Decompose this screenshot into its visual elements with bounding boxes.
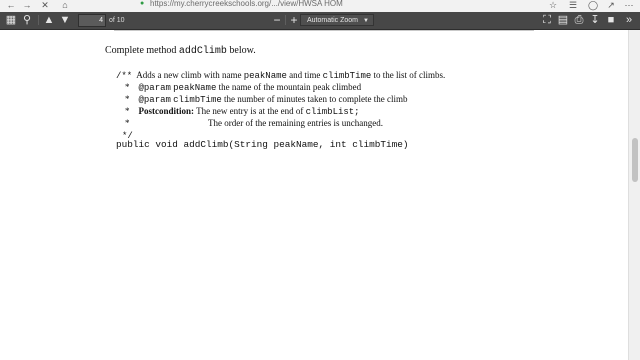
home-icon[interactable]: ⌂ — [60, 0, 70, 10]
comment-text: and time — [289, 70, 321, 80]
pdf-viewer[interactable]: Complete method addClimb below. /** Adds… — [0, 30, 628, 360]
print-icon[interactable]: ⎙ — [572, 13, 586, 27]
instruction-method: addClimb — [178, 46, 227, 57]
param-name: peakName — [173, 83, 217, 93]
instruction-suffix: below. — [229, 45, 256, 56]
method-signature: public void addClimb(String peakName, in… — [116, 139, 409, 150]
find-icon[interactable]: ⚲ — [20, 13, 34, 27]
forward-icon[interactable]: → — [22, 0, 32, 10]
postcondition-text: The new entry is at the end of — [196, 106, 304, 116]
comment-line-5-text: The order of the remaining entries is un… — [208, 118, 383, 128]
comment-line-5: * — [125, 117, 130, 129]
zoom-value: Automatic Zoom — [307, 17, 358, 24]
instruction-prefix: Complete method — [105, 45, 177, 56]
instruction-text: Complete method addClimb below. — [105, 45, 256, 58]
param-desc: the name of the mountain peak climbed — [218, 82, 362, 92]
param-tag: @param — [138, 83, 171, 93]
close-icon[interactable]: ✕ — [40, 0, 50, 10]
zoom-out-button[interactable]: − — [270, 13, 284, 27]
star-icon[interactable]: ☆ — [548, 0, 558, 10]
lock-icon: ● — [140, 0, 145, 7]
bookmark-icon[interactable]: ■ — [604, 13, 618, 27]
comment-text: Adds a new climb with name — [136, 70, 242, 80]
open-file-icon[interactable]: ▤ — [556, 13, 570, 27]
zoom-select[interactable]: Automatic Zoom ▼ — [300, 14, 374, 26]
address-bar[interactable]: https://my.cherrycreekschools.org/.../vi… — [150, 0, 450, 8]
divider — [285, 15, 286, 25]
vertical-scrollbar[interactable] — [628, 30, 640, 360]
postcondition-code: climbList; — [305, 107, 360, 117]
zoom-in-button[interactable]: + — [287, 13, 301, 27]
pdf-toolbar: ▦ ⚲ ▲ ▼ 4 of 10 − + Automatic Zoom ▼ ⛶ ▤… — [0, 12, 640, 30]
comment-text: to the list of climbs. — [373, 70, 446, 80]
next-page-icon[interactable]: ▼ — [58, 13, 72, 27]
previous-page-icon[interactable]: ▲ — [42, 13, 56, 27]
reading-list-icon[interactable]: ☰ — [568, 0, 578, 10]
comment-open: /** — [116, 71, 133, 81]
comment-code: climbTime — [322, 71, 372, 81]
tools-icon[interactable]: » — [622, 13, 636, 27]
param-desc: the number of minutes taken to complete … — [224, 94, 408, 104]
postcondition-label: Postcondition: — [138, 106, 195, 116]
more-icon[interactable]: ⋯ — [624, 0, 634, 10]
comment-star: * — [125, 118, 130, 128]
page-top-edge — [114, 30, 534, 33]
divider — [38, 15, 39, 25]
param-tag: @param — [138, 95, 171, 105]
chevron-down-icon: ▼ — [363, 18, 369, 24]
back-icon[interactable]: ← — [6, 0, 16, 10]
download-icon[interactable]: ↧ — [588, 13, 602, 27]
comment-star: * — [125, 106, 130, 116]
scrollbar-thumb[interactable] — [632, 138, 638, 182]
comment-star: * — [125, 82, 130, 92]
param-name: climbTime — [173, 95, 222, 105]
sidebar-toggle-icon[interactable]: ▦ — [4, 13, 18, 27]
comment-code: peakName — [243, 71, 287, 81]
hub-icon[interactable]: ◯ — [588, 0, 598, 10]
share-icon[interactable]: ↗ — [606, 0, 616, 10]
page-number-input[interactable]: 4 — [78, 14, 106, 27]
page-count: of 10 — [109, 17, 125, 24]
presentation-mode-icon[interactable]: ⛶ — [540, 13, 554, 27]
comment-star: * — [125, 94, 130, 104]
